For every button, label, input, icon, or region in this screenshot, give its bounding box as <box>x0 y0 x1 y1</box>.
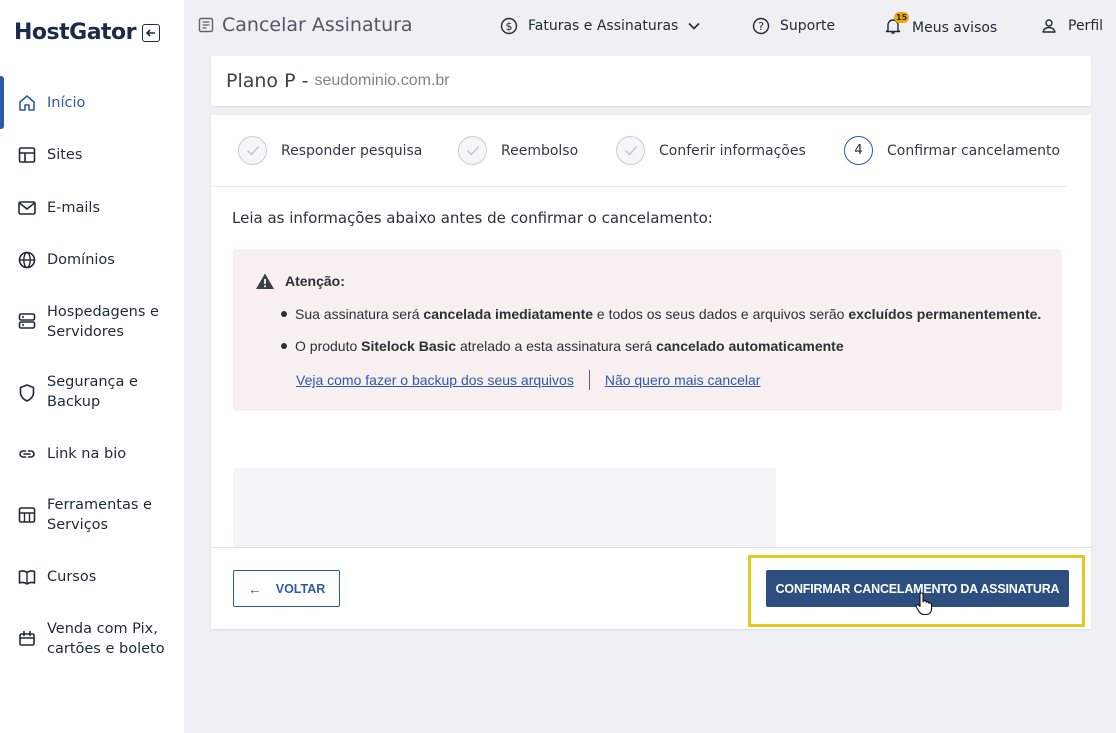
sidebar-item-label: Domínios <box>47 252 115 268</box>
check-icon <box>238 136 267 165</box>
alert-title-text: Atenção: <box>285 273 345 289</box>
step-reembolso: Reembolso <box>458 136 578 165</box>
logo-row: HostGator <box>14 20 161 45</box>
sidebar-item-label: Link na bio <box>47 446 127 462</box>
sidebar-item-venda-pix[interactable]: Venda com Pix, cartões e boleto <box>0 619 184 659</box>
sidebar-item-sites[interactable]: Sites <box>0 145 184 165</box>
step-conferir-informacoes: Conferir informações <box>616 136 806 165</box>
bullet2-text-b: atrelado a esta assinatura será <box>456 338 657 354</box>
bullet1-bold-a: cancelada imediatamente <box>423 306 594 322</box>
globe-icon <box>18 251 36 269</box>
plan-domain: seudominio.com.br <box>314 72 450 89</box>
profile-label: Perfil <box>1068 18 1104 34</box>
step-number: 4 <box>844 136 873 165</box>
back-button-label: VOLTAR <box>275 581 326 596</box>
sidebar-item-label: Cursos <box>47 569 97 585</box>
alert-title: Atenção: <box>255 272 345 290</box>
bullet2-bold-a: Sitelock Basic <box>361 338 457 354</box>
user-icon <box>1042 19 1056 33</box>
page-title: Cancelar Assinatura <box>198 14 413 36</box>
book-icon <box>18 570 36 585</box>
bullet1-text-a: Sua assinatura será <box>295 306 424 322</box>
plan-card: Plano P - seudominio.com.br <box>211 56 1091 106</box>
sidebar-item-label: Hospedagens e Servidores <box>47 304 159 340</box>
support-label: Suporte <box>780 18 836 34</box>
intro-text: Leia as informações abaixo antes de conf… <box>232 209 713 227</box>
faded-textarea <box>233 468 776 548</box>
step-label: Confirmar cancelamento <box>887 142 1061 159</box>
arrow-left-icon <box>145 28 156 37</box>
hand-cursor-icon <box>915 592 933 616</box>
bullet2-bold-b: cancelado automaticamente <box>656 338 844 354</box>
warning-icon <box>256 273 274 289</box>
back-button[interactable]: ← VOLTAR <box>233 570 340 607</box>
sidebar-item-ferramentas[interactable]: Ferramentas e Serviços <box>0 495 184 535</box>
check-icon <box>458 136 487 165</box>
stepper: Responder pesquisa Reembolso Conferir in… <box>211 115 1066 187</box>
mail-icon <box>18 201 36 215</box>
page-title-text: Cancelar Assinatura <box>222 14 413 36</box>
sidebar-item-label: Venda com Pix, cartões e boleto <box>47 621 165 657</box>
svg-text:$: $ <box>506 20 513 33</box>
sidebar: HostGator Início Sites E-mails Domínios … <box>0 0 184 733</box>
sidebar-item-label: Segurança e Backup <box>47 374 138 410</box>
link-icon <box>19 450 35 458</box>
collapse-sidebar-button[interactable] <box>142 23 161 42</box>
notices-link[interactable]: 15 Meus avisos <box>884 12 998 39</box>
chevron-down-icon <box>688 22 700 30</box>
profile-link[interactable]: Perfil <box>1040 17 1103 35</box>
svg-text:?: ? <box>758 20 764 33</box>
sites-icon <box>18 147 36 163</box>
alert-links: Veja como fazer o backup dos seus arquiv… <box>296 370 760 390</box>
step-confirmar-cancelamento: 4 Confirmar cancelamento <box>844 136 1060 165</box>
backup-guide-link[interactable]: Veja como fazer o backup dos seus arquiv… <box>296 372 574 388</box>
sidebar-item-label: Sites <box>47 147 83 163</box>
receipt-icon <box>198 17 214 33</box>
bullet1-text-b: e todos os seus dados e arquivos serão <box>593 306 849 322</box>
invoices-menu[interactable]: $ Faturas e Assinaturas <box>500 17 700 35</box>
home-icon <box>19 95 35 111</box>
plan-name: Plano P - <box>226 70 309 92</box>
sidebar-item-cursos[interactable]: Cursos <box>0 567 184 587</box>
bullet1-bold-b: excluídos permanentemente. <box>848 306 1042 322</box>
sidebar-item-emails[interactable]: E-mails <box>0 198 184 218</box>
help-circle-icon: ? <box>752 17 770 35</box>
notices-icon-wrap: 15 <box>884 12 910 39</box>
bullet2-text-a: O produto <box>295 338 362 354</box>
tools-icon <box>18 507 36 523</box>
dollar-circle-icon: $ <box>500 17 518 35</box>
warning-alert: Atenção: Sua assinatura será cancelada i… <box>233 249 1062 411</box>
topbar: Cancelar Assinatura $ Faturas e Assinatu… <box>184 0 1116 56</box>
notices-badge: 15 <box>894 12 910 23</box>
support-link[interactable]: ? Suporte <box>752 17 835 35</box>
keep-subscription-link[interactable]: Não quero mais cancelar <box>605 372 761 388</box>
notices-label: Meus avisos <box>912 20 998 36</box>
alert-bullet-2: O produto Sitelock Basic atrelado a esta… <box>281 338 844 354</box>
sidebar-item-link-na-bio[interactable]: Link na bio <box>0 444 184 464</box>
step-label: Responder pesquisa <box>281 142 423 159</box>
bullet-dot <box>281 311 287 317</box>
sidebar-item-label: Ferramentas e Serviços <box>47 497 152 533</box>
step-responder-pesquisa: Responder pesquisa <box>238 136 422 165</box>
step-label: Conferir informações <box>659 142 806 159</box>
hostgator-logo[interactable]: HostGator <box>14 20 137 45</box>
sidebar-item-inicio[interactable]: Início <box>0 93 184 113</box>
bullet-dot <box>281 343 287 349</box>
server-icon <box>18 313 36 329</box>
card-footer: ← VOLTAR CONFIRMAR CANCELAMENTO DA ASSIN… <box>211 547 1091 629</box>
link-divider <box>588 370 590 390</box>
check-icon <box>616 136 645 165</box>
sidebar-item-label: E-mails <box>47 200 101 216</box>
invoices-label: Faturas e Assinaturas <box>528 18 679 34</box>
step-label: Reembolso <box>501 142 579 159</box>
alert-bullet-1: Sua assinatura será cancelada imediatame… <box>281 306 1041 322</box>
shield-icon <box>19 384 35 402</box>
arrow-left-icon: ← <box>247 580 262 597</box>
payment-icon <box>19 630 35 646</box>
sidebar-item-dominios[interactable]: Domínios <box>0 250 184 270</box>
sidebar-item-hospedagens[interactable]: Hospedagens e Servidores <box>0 302 184 342</box>
cancellation-card: Responder pesquisa Reembolso Conferir in… <box>211 115 1091 629</box>
sidebar-item-label: Início <box>47 95 86 111</box>
sidebar-item-seguranca[interactable]: Segurança e Backup <box>0 372 184 412</box>
